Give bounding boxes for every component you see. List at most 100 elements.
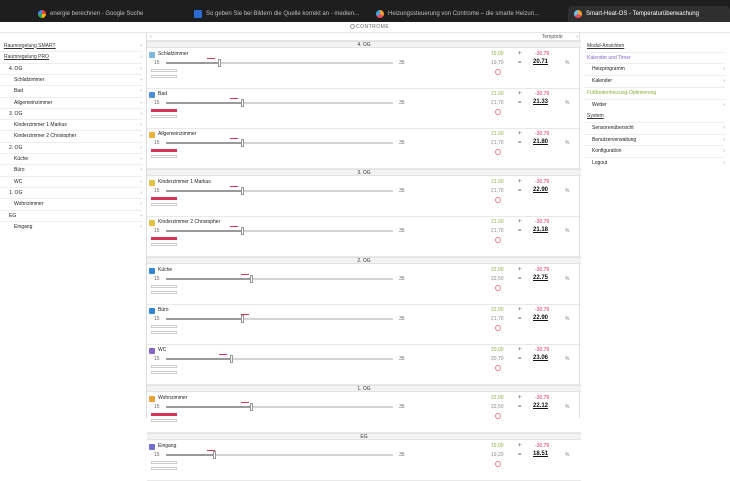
app-logo[interactable]: CONTROME bbox=[350, 24, 389, 30]
sidebar-item[interactable]: Büro › bbox=[0, 164, 142, 175]
target-temperature: 21.00 bbox=[491, 131, 504, 137]
menu-item[interactable]: Sensorenübersicht › bbox=[585, 121, 725, 133]
flame-icon[interactable] bbox=[495, 149, 501, 155]
actual-temperature[interactable]: 20.71 bbox=[533, 59, 548, 65]
slider-handle[interactable] bbox=[250, 275, 254, 283]
browser-tab-controme[interactable]: Heizungssteuerung von Controme – die sma… bbox=[370, 6, 548, 22]
chevron-right-icon: › bbox=[140, 122, 142, 129]
slider-handle[interactable] bbox=[229, 355, 233, 363]
menu-item-label: Wetter bbox=[592, 101, 607, 108]
flame-icon[interactable] bbox=[495, 237, 501, 243]
slider-max-label: 35 bbox=[399, 100, 405, 106]
slider-handle[interactable] bbox=[212, 451, 216, 459]
slider-handle[interactable] bbox=[241, 139, 245, 147]
slider-max-label: 35 bbox=[399, 404, 405, 410]
temperature-slider[interactable] bbox=[166, 314, 393, 323]
slider-handle[interactable] bbox=[241, 227, 245, 235]
menu-item[interactable]: Benutzerverwaltung › bbox=[585, 133, 725, 145]
actual-temperature[interactable]: 23.06 bbox=[533, 355, 548, 361]
actual-temperature[interactable]: 18.51 bbox=[533, 451, 548, 457]
sidebar-item[interactable]: 2. OG › bbox=[0, 141, 142, 153]
menu-item-label: Fußbodenheizung-Optimierung bbox=[587, 89, 657, 96]
temporary-mode-link[interactable]: Temporär bbox=[542, 34, 563, 40]
sidebar-item[interactable]: Kinderzimmer 2 Christopher › bbox=[0, 130, 142, 141]
sidebar-item[interactable]: Wohnzimmer › bbox=[0, 198, 142, 209]
sidebar-item[interactable]: Bad › bbox=[0, 85, 142, 96]
sidebar-item[interactable]: Schlafzimmer › bbox=[0, 73, 142, 85]
mode-indicator bbox=[151, 413, 177, 416]
actual-temperature[interactable]: 21.18 bbox=[533, 227, 548, 233]
actual-temperature[interactable]: 22.90 bbox=[533, 187, 548, 193]
collapse-chevron-icon[interactable]: ‹ bbox=[150, 34, 152, 40]
sidebar-item[interactable]: EG › bbox=[0, 209, 142, 221]
sidebar-item[interactable]: Kinderzimmer 1 Markus › bbox=[0, 119, 142, 130]
temperature-slider[interactable] bbox=[166, 98, 393, 107]
menu-item[interactable]: Fußbodenheizung-Optimierung bbox=[585, 86, 725, 98]
sidebar-item[interactable]: Raumregelung PRO › bbox=[0, 51, 142, 62]
chevron-right-icon: › bbox=[723, 101, 725, 108]
expand-chevron-icon[interactable]: ‹ bbox=[576, 34, 578, 40]
menu-item[interactable]: Logout › bbox=[585, 157, 725, 168]
sidebar-item[interactable]: 4. OG › bbox=[0, 62, 142, 74]
temperature-slider[interactable] bbox=[166, 58, 393, 67]
sidebar-item[interactable]: 3. OG › bbox=[0, 107, 142, 119]
chevron-right-icon: › bbox=[140, 167, 142, 174]
floor-section-header: 3. OG bbox=[147, 169, 581, 176]
menu-item[interactable]: Kalender › bbox=[585, 75, 725, 86]
actual-temperature[interactable]: 22.75 bbox=[533, 275, 548, 281]
room-name: Kinderzimmer 2 Christopher bbox=[158, 219, 221, 225]
actual-temperature[interactable]: 21.33 bbox=[533, 99, 548, 105]
mode-indicator bbox=[151, 155, 177, 158]
flame-icon[interactable] bbox=[495, 365, 501, 371]
slider-handle[interactable] bbox=[218, 59, 222, 67]
flame-icon[interactable] bbox=[495, 461, 501, 467]
mode-indicator bbox=[151, 461, 177, 464]
flame-icon[interactable] bbox=[495, 285, 501, 291]
mode-indicator bbox=[151, 365, 177, 368]
temperature-slider[interactable] bbox=[166, 450, 393, 459]
flame-icon[interactable] bbox=[495, 69, 501, 75]
temperature-slider[interactable] bbox=[166, 402, 393, 411]
equals-icon: = bbox=[518, 60, 522, 66]
flame-icon[interactable] bbox=[495, 325, 501, 331]
menu-item[interactable]: Heizprogramm › bbox=[585, 63, 725, 74]
mode-indicator bbox=[151, 371, 177, 374]
chevron-right-icon: › bbox=[140, 223, 142, 230]
slider-handle[interactable] bbox=[250, 403, 254, 411]
flame-icon[interactable] bbox=[495, 109, 501, 115]
offset-temperature: 21.70 bbox=[491, 100, 504, 106]
actual-temperature[interactable]: 22.90 bbox=[533, 315, 548, 321]
slider-handle[interactable] bbox=[241, 187, 245, 195]
actual-temperature[interactable]: 21.80 bbox=[533, 139, 548, 145]
sidebar-item[interactable]: WC › bbox=[0, 175, 142, 187]
sidebar-item[interactable]: Eingang › bbox=[0, 220, 142, 232]
temperature-slider[interactable] bbox=[166, 274, 393, 283]
menu-item[interactable]: Konfiguration › bbox=[585, 145, 725, 156]
sidebar-item[interactable]: 1. OG › bbox=[0, 186, 142, 198]
temperature-slider[interactable] bbox=[166, 186, 393, 195]
browser-tab-medien[interactable]: So geben Sie bei Bildern die Quelle korr… bbox=[188, 6, 360, 22]
menu-item[interactable]: Kalender und Timer bbox=[585, 51, 725, 63]
slider-handle[interactable] bbox=[241, 99, 245, 107]
slider-max-label: 35 bbox=[399, 228, 405, 234]
sidebar-item[interactable]: Allgemeinzimmer › bbox=[0, 96, 142, 108]
browser-tab-smart-heat-os[interactable]: Smart-Heat-OS - Temperaturüberwachung bbox=[568, 6, 730, 22]
flame-icon[interactable] bbox=[495, 197, 501, 203]
chevron-right-icon: › bbox=[140, 54, 142, 61]
temperature-slider[interactable] bbox=[166, 226, 393, 235]
sidebar-item[interactable]: Raumregelung SMART › bbox=[0, 40, 142, 51]
temperature-slider[interactable] bbox=[166, 138, 393, 147]
offset-value: -30.79 bbox=[535, 307, 550, 313]
sidebar-item[interactable]: Küche › bbox=[0, 153, 142, 164]
flame-icon[interactable] bbox=[495, 413, 501, 419]
temperature-slider[interactable] bbox=[166, 354, 393, 363]
browser-tab-google[interactable]: energie berechnen - Google Suche bbox=[32, 6, 182, 22]
actual-temperature[interactable]: 22.12 bbox=[533, 403, 548, 409]
equals-icon: = bbox=[518, 452, 522, 458]
tab-title: So geben Sie bei Bildern die Quelle korr… bbox=[206, 11, 360, 17]
setpoint-marker bbox=[218, 354, 227, 355]
menu-item[interactable]: Wetter › bbox=[585, 98, 725, 110]
controme-icon bbox=[376, 10, 384, 18]
offset-temperature: 19.70 bbox=[491, 60, 504, 66]
slider-handle[interactable] bbox=[241, 315, 245, 323]
